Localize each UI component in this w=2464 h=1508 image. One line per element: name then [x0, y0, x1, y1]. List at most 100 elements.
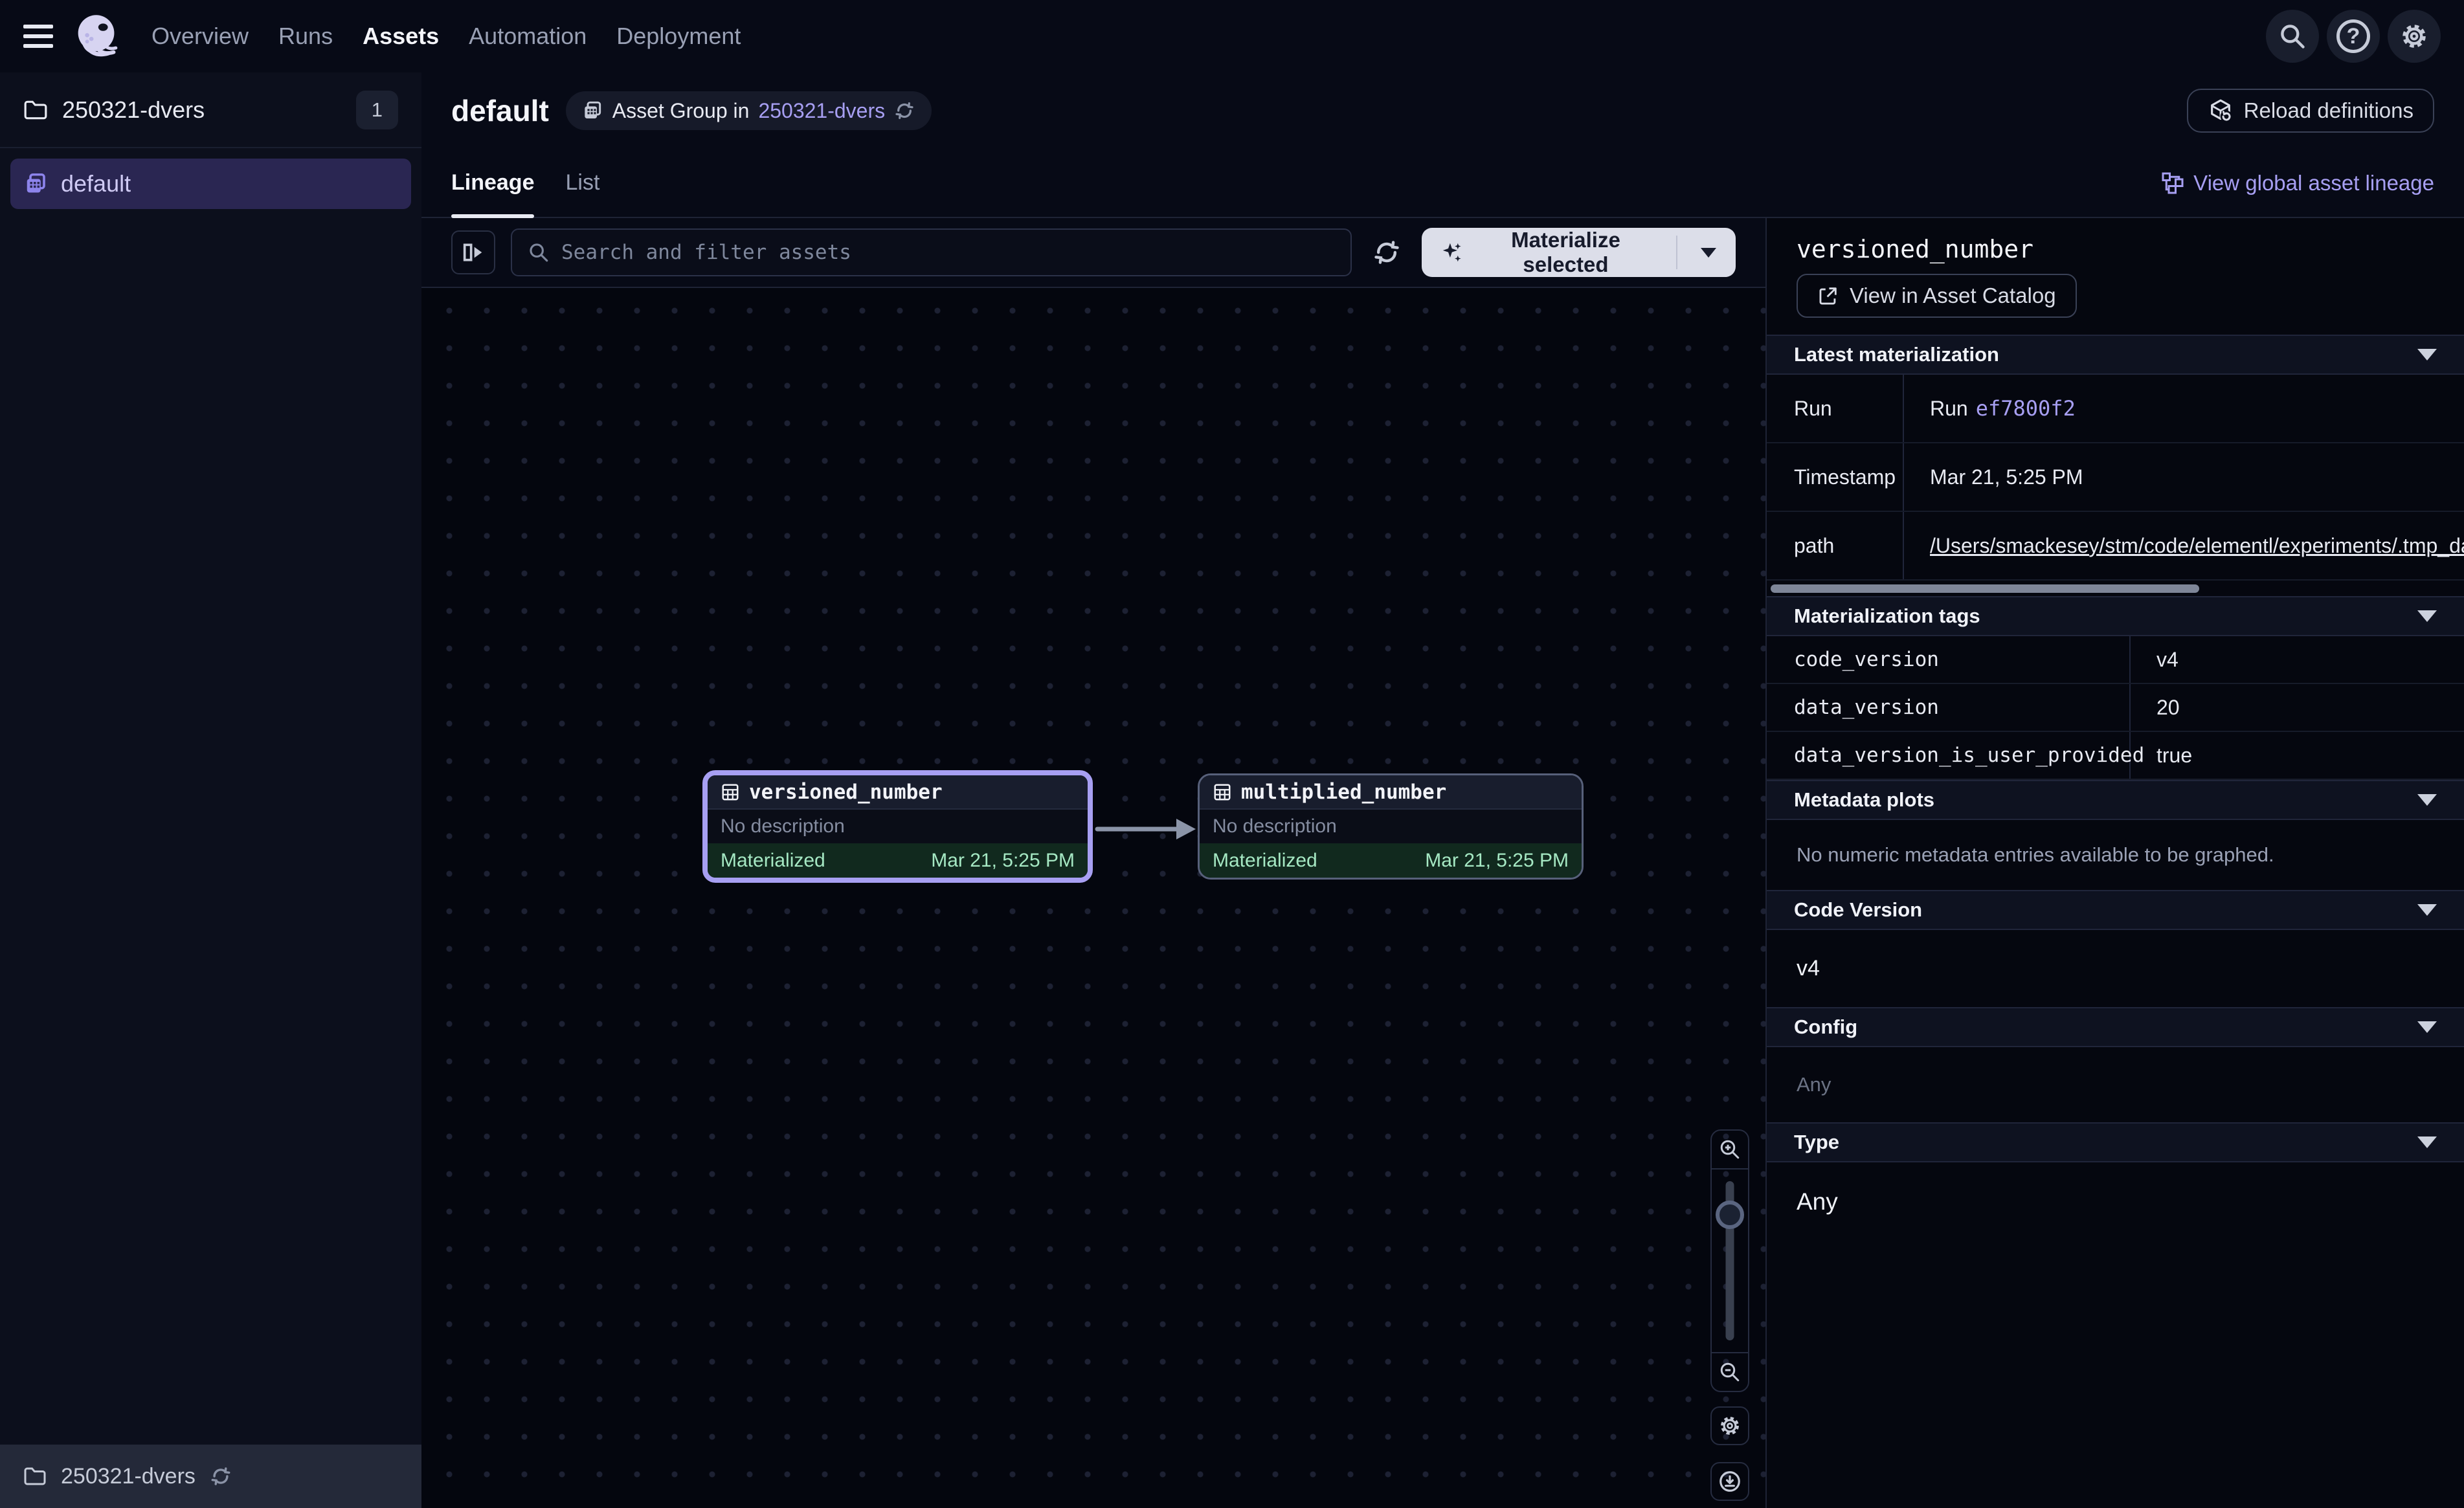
asset-node-multiplied-number[interactable]: multiplied_number No description Materia… — [1198, 773, 1584, 880]
path-link[interactable]: /Users/smackesey/stm/code/elementl/exper… — [1930, 534, 2464, 558]
download-image-button[interactable] — [1710, 1462, 1749, 1501]
gear-icon — [2399, 21, 2430, 52]
chevron-down-icon — [2417, 1137, 2437, 1148]
asset-search-input[interactable] — [561, 241, 1335, 264]
lineage-edge-arrow — [1095, 812, 1198, 846]
section-latest-materialization[interactable]: Latest materialization — [1767, 335, 2464, 375]
lineage-graph-icon — [2161, 172, 2184, 195]
horizontal-scrollbar[interactable] — [1767, 581, 2464, 596]
page-header: default Asset Group in 250321-dvers — [421, 72, 2464, 149]
external-link-icon — [1817, 285, 1839, 307]
chevron-down-icon[interactable] — [1701, 248, 1716, 258]
row-label: Run — [1767, 375, 1904, 442]
asset-node-status-row: Materialized Mar 21, 5:25 PM — [1200, 843, 1582, 878]
expand-panel-icon — [460, 239, 486, 265]
materialization-time: Mar 21, 5:25 PM — [931, 850, 1075, 872]
section-materialization-tags[interactable]: Materialization tags — [1767, 596, 2464, 636]
search-icon — [528, 241, 550, 263]
page-title: default — [451, 93, 549, 128]
view-global-lineage-link[interactable]: View global asset lineage — [2161, 171, 2434, 195]
section-type[interactable]: Type — [1767, 1122, 2464, 1162]
asset-node-name: versioned_number — [749, 781, 943, 804]
collapse-sidebar-button[interactable] — [451, 230, 495, 274]
asset-group-icon — [583, 100, 603, 121]
code-version-value: v4 — [1767, 930, 2464, 1007]
asset-node-versioned-number[interactable]: versioned_number No description Material… — [702, 770, 1093, 883]
tab-bar: Lineage List View global asset lineage — [421, 149, 2464, 218]
reload-definitions-button[interactable]: Reload definitions — [2187, 89, 2434, 133]
dagster-logo-icon[interactable] — [71, 10, 124, 63]
sidebar-folder-row[interactable]: 250321-dvers 1 — [0, 72, 421, 148]
button-divider — [1676, 236, 1677, 269]
left-sidebar: 250321-dvers 1 default 250321-dvers — [0, 72, 421, 1508]
nav-item-runs[interactable]: Runs — [278, 23, 333, 50]
reload-definitions-label: Reload definitions — [2244, 98, 2414, 123]
asset-detail-panel: versioned_number View in Asset Catalog L… — [1765, 218, 2464, 1508]
chevron-down-icon — [2417, 610, 2437, 622]
sidebar-footer-label: 250321-dvers — [61, 1464, 196, 1489]
view-in-asset-catalog-label: View in Asset Catalog — [1850, 283, 2056, 308]
help-button[interactable]: ? — [2327, 10, 2380, 63]
sidebar-footer: 250321-dvers — [0, 1445, 421, 1508]
chevron-down-icon — [2417, 794, 2437, 806]
status-badge: Materialized — [1213, 850, 1317, 872]
nav-item-deployment[interactable]: Deployment — [616, 23, 741, 50]
search-button[interactable] — [2266, 10, 2319, 63]
row-label: Timestamp — [1767, 443, 1904, 511]
materialize-selected-button[interactable]: Materialize selected — [1422, 228, 1736, 277]
sidebar-count-badge: 1 — [356, 91, 398, 129]
zoom-slider[interactable] — [1712, 1170, 1748, 1352]
badge-repo-link[interactable]: 250321-dvers — [758, 99, 885, 123]
metadata-plots-empty-text: No numeric metadata entries available to… — [1767, 820, 2464, 890]
scrollbar-thumb[interactable] — [1771, 584, 2199, 593]
refresh-icon[interactable] — [210, 1465, 232, 1487]
search-icon — [2278, 22, 2307, 50]
nav-item-assets[interactable]: Assets — [363, 23, 439, 50]
nav-item-automation[interactable]: Automation — [469, 23, 587, 50]
tag-value: v4 — [2131, 636, 2464, 683]
tag-key: data_version_is_user_provided — [1767, 732, 2131, 779]
section-metadata-plots[interactable]: Metadata plots — [1767, 780, 2464, 820]
download-icon — [1718, 1469, 1742, 1494]
table-row: data_version_is_user_provided true — [1767, 732, 2464, 780]
nav-links: Overview Runs Assets Automation Deployme… — [151, 23, 741, 50]
table-row: Timestamp Mar 21, 5:25 PM — [1767, 443, 2464, 512]
sidebar-item-label: default — [61, 170, 131, 197]
section-config[interactable]: Config — [1767, 1007, 2464, 1047]
chevron-down-icon — [2417, 904, 2437, 916]
section-code-version[interactable]: Code Version — [1767, 890, 2464, 930]
sidebar-folder-label: 250321-dvers — [62, 96, 205, 124]
tag-key: data_version — [1767, 684, 2131, 731]
sidebar-item-default[interactable]: default — [10, 159, 411, 209]
refresh-icon — [1372, 238, 1401, 267]
view-in-asset-catalog-button[interactable]: View in Asset Catalog — [1797, 274, 2077, 318]
materialize-selected-label: Materialize selected — [1475, 228, 1657, 277]
refresh-graph-button[interactable] — [1367, 232, 1406, 273]
badge-text: Asset Group in — [612, 99, 750, 123]
zoom-in-button[interactable] — [1712, 1131, 1748, 1170]
type-value: Any — [1767, 1162, 2464, 1241]
view-global-lineage-label: View global asset lineage — [2193, 171, 2434, 195]
hamburger-menu-icon[interactable] — [23, 25, 53, 48]
asset-search-box — [511, 228, 1352, 276]
materialization-time: Mar 21, 5:25 PM — [1425, 850, 1569, 872]
table-row: code_version v4 — [1767, 636, 2464, 684]
table-row: path /Users/smackesey/stm/code/elementl/… — [1767, 512, 2464, 581]
tab-lineage[interactable]: Lineage — [451, 149, 534, 217]
asset-node-header: versioned_number — [708, 775, 1088, 810]
nav-item-overview[interactable]: Overview — [151, 23, 249, 50]
asset-node-description: No description — [1200, 810, 1582, 843]
lineage-viewport[interactable]: versioned_number No description Material… — [421, 288, 1765, 1508]
asset-node-name: multiplied_number — [1241, 781, 1446, 804]
zoom-out-button[interactable] — [1712, 1352, 1748, 1391]
graph-settings-button[interactable] — [1710, 1406, 1749, 1445]
asset-node-header: multiplied_number — [1200, 775, 1582, 810]
refresh-icon[interactable] — [894, 100, 915, 121]
zoom-slider-thumb[interactable] — [1716, 1201, 1744, 1229]
table-row: data_version 20 — [1767, 684, 2464, 732]
run-id-link[interactable]: ef7800f2 — [1976, 396, 2076, 421]
settings-button[interactable] — [2388, 10, 2441, 63]
tab-list[interactable]: List — [565, 149, 599, 217]
asset-node-status-row: Materialized Mar 21, 5:25 PM — [708, 843, 1088, 878]
asset-group-icon — [25, 172, 48, 195]
